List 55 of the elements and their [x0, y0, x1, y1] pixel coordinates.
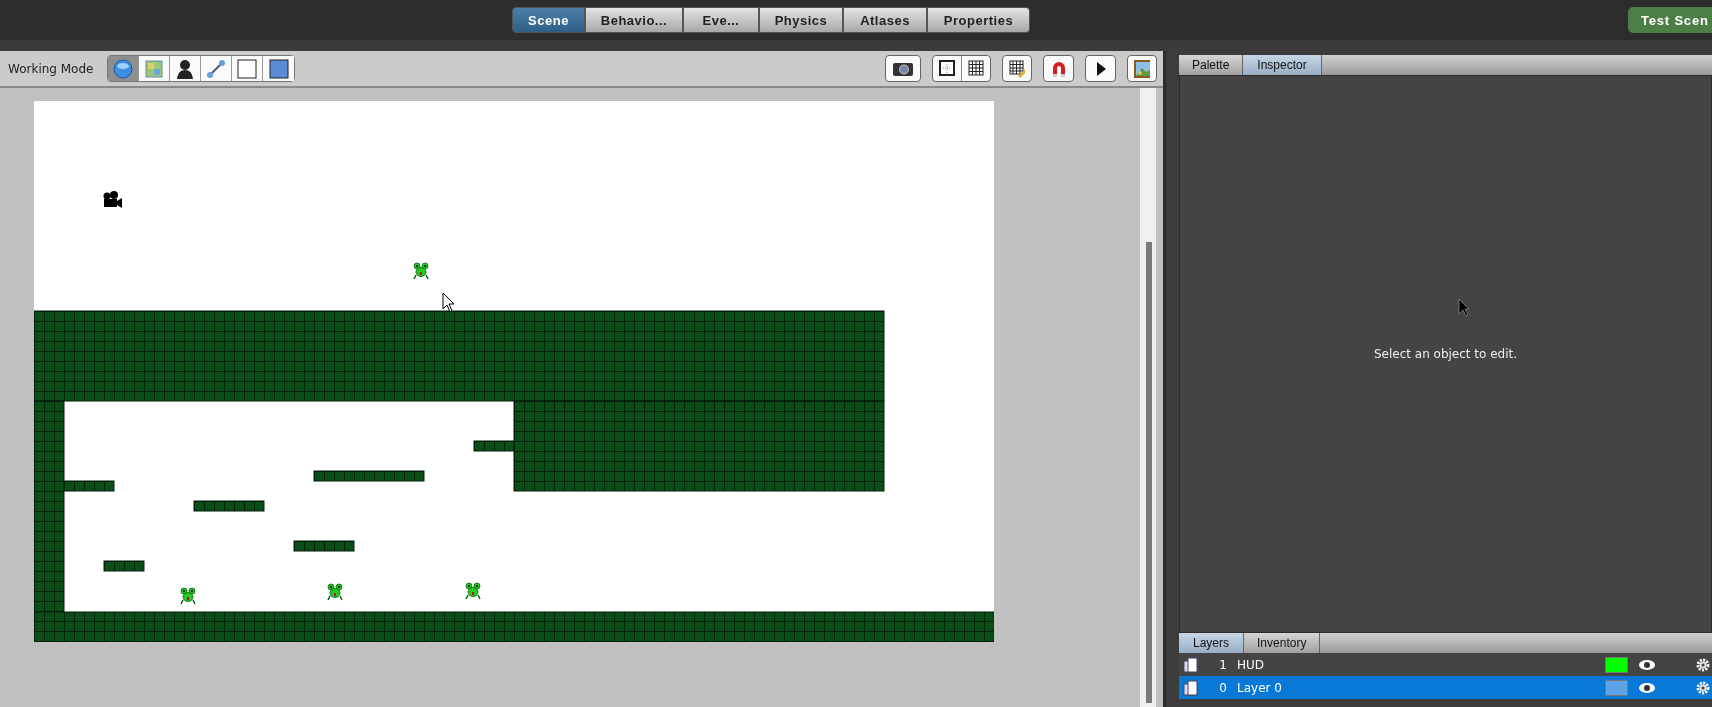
- working-mode-label: Working Mode: [8, 61, 94, 76]
- play-button[interactable]: [1085, 55, 1116, 82]
- scene-tab[interactable]: Behavio...: [585, 7, 683, 33]
- scrollbar-thumb[interactable]: [1146, 242, 1152, 703]
- inspector-message: Select an object to edit.: [1373, 347, 1518, 361]
- layer-row[interactable]: 1 HUD: [1179, 653, 1712, 676]
- panel-tab[interactable]: Layers: [1179, 633, 1245, 653]
- landscape-picture-button[interactable]: [1127, 55, 1157, 82]
- map-icon: [145, 59, 164, 78]
- grid-edit-button[interactable]: [1002, 55, 1032, 82]
- tile-platform: [193, 500, 265, 512]
- camera-button[interactable]: [885, 55, 921, 82]
- layer-number: 1: [1218, 657, 1227, 672]
- panel-tab[interactable]: Inventory: [1244, 633, 1321, 653]
- mode-button[interactable]: [170, 56, 202, 81]
- filled-square-icon: [268, 58, 289, 79]
- scene-tab[interactable]: Scene: [512, 7, 585, 33]
- settings-icon[interactable]: [1696, 680, 1710, 695]
- scene-tab[interactable]: Atlases: [843, 7, 927, 33]
- scene-tab[interactable]: Physics: [759, 7, 843, 33]
- layer-name: HUD: [1237, 657, 1265, 672]
- magnet-icon: [1050, 59, 1067, 78]
- magnet-button[interactable]: [1043, 55, 1074, 82]
- play-icon: [1094, 60, 1107, 77]
- settings-icon[interactable]: [1696, 657, 1710, 672]
- eye-icon[interactable]: [1638, 681, 1656, 694]
- tile-platform: [293, 540, 355, 552]
- grid-pencil-icon: [1009, 59, 1025, 78]
- test-scene-button[interactable]: Test Scen: [1628, 7, 1712, 33]
- movie-camera-icon: [103, 191, 122, 208]
- tile-platform: [103, 560, 145, 572]
- layer-name: Layer 0: [1237, 680, 1282, 695]
- frog-sprite: [327, 583, 343, 601]
- frog-sprite: [413, 262, 429, 280]
- scene-tab[interactable]: Properties: [927, 7, 1030, 33]
- person-silhouette-icon: [176, 58, 195, 79]
- mouse-pointer-icon: [442, 292, 455, 313]
- layer-icon: [1183, 679, 1199, 696]
- mode-button[interactable]: [263, 56, 295, 81]
- layer-number: 0: [1218, 680, 1227, 695]
- scene-tab[interactable]: Eve...: [683, 7, 759, 33]
- layer-color-swatch[interactable]: [1605, 679, 1628, 696]
- mouse-pointer-icon: [1458, 298, 1470, 317]
- frog-sprite: [465, 582, 481, 600]
- layer-color-swatch[interactable]: [1605, 656, 1628, 673]
- camera-icon: [892, 60, 914, 77]
- layer-row[interactable]: 0 Layer 0: [1179, 676, 1712, 699]
- panel-tab[interactable]: Inspector: [1243, 55, 1322, 75]
- panel-tab[interactable]: Palette: [1179, 55, 1244, 75]
- joint-icon: [206, 58, 227, 79]
- landscape-picture-icon: [1134, 59, 1150, 78]
- eye-icon[interactable]: [1638, 658, 1656, 671]
- layer-icon: [1183, 656, 1199, 673]
- globe-icon: [113, 58, 134, 79]
- frog-sprite: [180, 587, 196, 605]
